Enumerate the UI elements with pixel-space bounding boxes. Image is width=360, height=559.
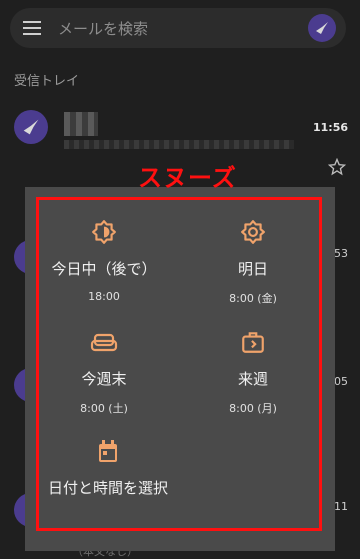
snooze-option-pick-date[interactable]: 日付と時間を選択	[34, 438, 182, 500]
snooze-annotation: スヌーズ	[138, 164, 237, 192]
option-label: 今週末	[81, 370, 127, 388]
inbox-section-title: 受信トレイ	[14, 74, 80, 89]
menu-icon[interactable]	[12, 8, 52, 48]
sender-avatar	[14, 110, 48, 144]
snooze-option-later-today[interactable]: 今日中（後で） 18:00	[34, 218, 174, 303]
sun-gear-icon	[183, 218, 323, 246]
snooze-option-tomorrow[interactable]: 明日 8:00 (金)	[183, 218, 323, 306]
option-time: 8:00 (土)	[80, 402, 128, 415]
hummingbird-icon	[316, 22, 328, 34]
option-time: 8:00 (月)	[229, 402, 277, 415]
option-label: 日付と時間を選択	[47, 479, 168, 497]
option-label: 来週	[237, 370, 268, 388]
account-avatar[interactable]	[308, 14, 336, 42]
option-time: 18:00	[88, 290, 120, 303]
subject-redacted	[64, 140, 294, 149]
snooze-option-this-weekend[interactable]: 今週末 8:00 (土)	[34, 328, 174, 416]
calendar-icon	[34, 438, 182, 466]
snooze-option-next-week[interactable]: 来週 8:00 (月)	[183, 328, 323, 416]
mail-time: 11	[334, 500, 348, 513]
star-icon[interactable]	[327, 157, 347, 180]
mail-time: 11:56	[312, 121, 348, 134]
sender-name-redacted	[64, 112, 98, 136]
search-input[interactable]: メールを検索	[58, 18, 308, 39]
mail-time: 05	[334, 375, 348, 388]
option-label: 今日中（後で）	[51, 260, 157, 278]
option-time: 8:00 (金)	[229, 292, 277, 305]
brightness-icon	[34, 218, 174, 246]
mail-time: 53	[334, 247, 348, 260]
briefcase-icon	[183, 328, 323, 356]
sofa-icon	[34, 328, 174, 356]
hummingbird-icon	[23, 119, 39, 135]
option-label: 明日	[237, 260, 268, 278]
search-bar[interactable]: メールを検索	[10, 8, 346, 48]
